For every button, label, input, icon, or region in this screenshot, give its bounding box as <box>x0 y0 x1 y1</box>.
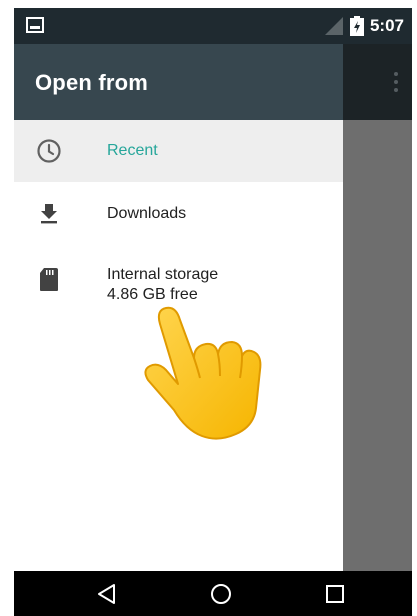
drawer-title: Open from <box>35 70 149 95</box>
device-screen: 5:07 Open from Recent Downloads Internal… <box>14 8 412 616</box>
right-border <box>412 0 417 616</box>
drawer-header: Open from <box>14 44 343 120</box>
download-icon <box>41 204 57 224</box>
status-right-group: 5:07 <box>324 14 404 38</box>
drawer-item-label: Recent <box>107 142 158 159</box>
status-time: 5:07 <box>369 16 404 35</box>
drawer-item-recent[interactable]: Recent <box>14 120 343 182</box>
pointing-hand-icon <box>144 306 262 440</box>
left-border <box>0 0 14 616</box>
scrim-overlay[interactable] <box>343 120 412 571</box>
sd-card-icon <box>40 268 58 291</box>
recents-icon[interactable] <box>324 583 346 605</box>
signal-icon <box>324 17 343 35</box>
drawer-item-label: Internal storage <box>107 266 219 283</box>
battery-charging-icon <box>349 16 364 36</box>
app-bar-behind-scrim <box>343 44 412 120</box>
home-icon[interactable] <box>210 583 232 605</box>
clock-icon <box>37 139 61 163</box>
drawer-item-label: Downloads <box>107 205 187 222</box>
screenshot-frame: 5:07 Open from Recent Downloads Internal… <box>0 0 417 616</box>
more-vert-icon[interactable] <box>394 72 398 92</box>
status-bar: 5:07 <box>14 8 412 44</box>
back-icon[interactable] <box>96 583 118 605</box>
system-navigation-bar <box>14 571 412 616</box>
image-notification-icon <box>26 17 44 33</box>
drawer-item-downloads[interactable]: Downloads <box>14 182 343 244</box>
